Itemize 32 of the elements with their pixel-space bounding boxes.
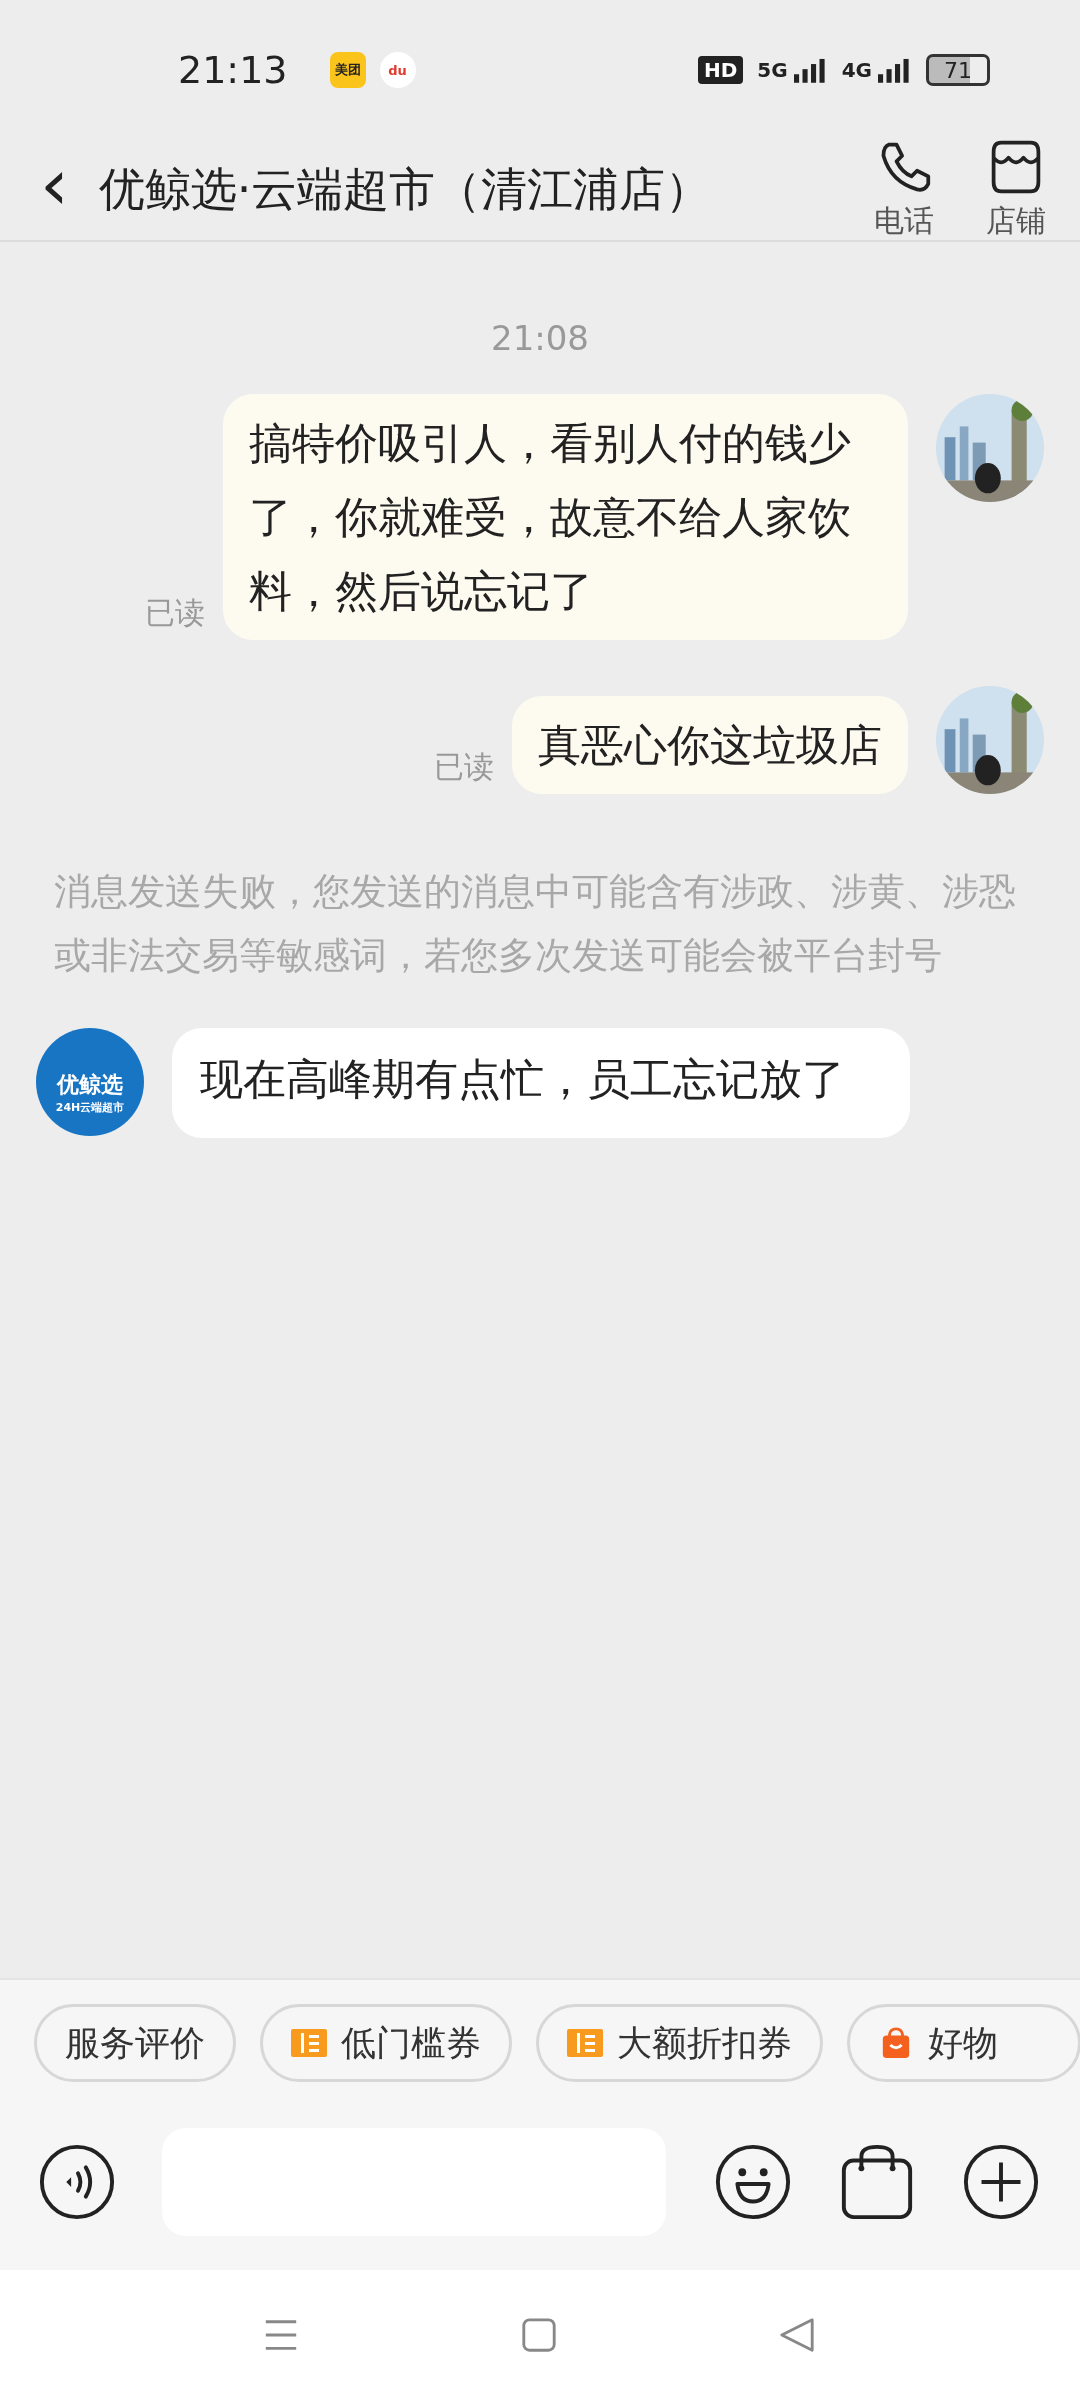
signal-icon bbox=[878, 56, 912, 84]
network-label: 4G bbox=[841, 58, 872, 82]
back-button[interactable]: ‹ bbox=[30, 148, 99, 232]
signal-icon bbox=[793, 56, 828, 84]
hd-badge: HD bbox=[697, 56, 744, 84]
message-timestamp: 21:08 bbox=[491, 318, 589, 358]
header-action-button[interactable]: 店铺 bbox=[986, 138, 1046, 242]
battery-level: 71 bbox=[926, 54, 990, 86]
quick-reply-chip[interactable]: 低门槛券 bbox=[260, 2004, 512, 2082]
coupon-icon bbox=[567, 2027, 603, 2059]
status-time: 21:13 bbox=[178, 48, 288, 92]
read-receipt: 已读 bbox=[145, 594, 205, 632]
app-notification-icon: 美团 bbox=[329, 52, 366, 88]
quick-reply-chip[interactable]: 好物 bbox=[847, 2004, 1080, 2082]
back-icon[interactable] bbox=[778, 2316, 816, 2354]
header-action-button[interactable]: 电话 bbox=[874, 138, 934, 242]
chat-title: 优鲸选·云端超市（清江浦店） bbox=[98, 161, 712, 218]
add-icon[interactable] bbox=[962, 2143, 1040, 2221]
read-receipt: 已读 bbox=[434, 748, 494, 786]
map-pin-icon: du bbox=[379, 52, 416, 88]
home-icon[interactable] bbox=[520, 2316, 558, 2354]
network-label: 5G bbox=[757, 58, 788, 82]
emoji-icon[interactable] bbox=[714, 2143, 792, 2221]
message-bubble: 搞特价吸引人，看别人付的钱少了，你就难受，故意不给人家饮料，然后说忘记了 bbox=[223, 394, 908, 640]
voice-icon[interactable] bbox=[38, 2143, 116, 2221]
coupon-icon bbox=[291, 2027, 327, 2059]
message-bubble: 真恶心你这垃圾店 bbox=[512, 696, 908, 794]
quick-reply-chip[interactable]: 服务评价 bbox=[34, 2004, 236, 2082]
quick-reply-chip[interactable]: 大额折扣券 bbox=[536, 2004, 823, 2082]
system-notice: 消息发送失败，您发送的消息中可能含有涉政、涉黄、涉恐或非法交易等敏感词，若您多次发送可能会被平台封号 bbox=[53, 869, 1017, 979]
store-avatar: 优鲸选 24H云端超市 bbox=[36, 1028, 144, 1136]
message-bubble: 现在高峰期有点忙，员工忘记放了 bbox=[172, 1028, 910, 1138]
